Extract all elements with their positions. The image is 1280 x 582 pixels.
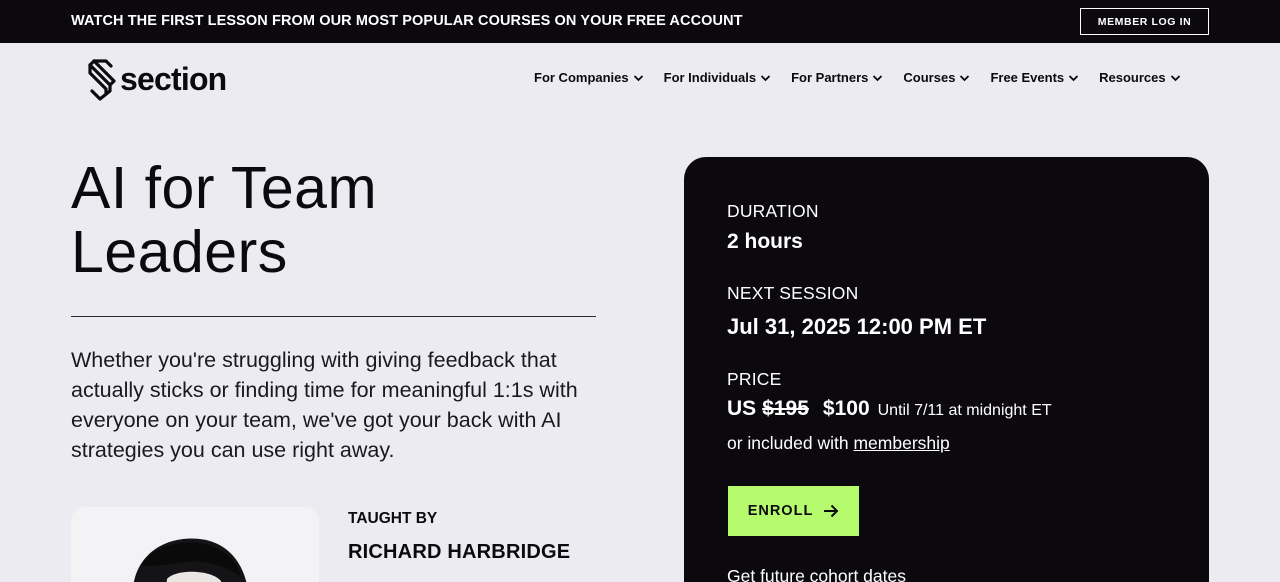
- price-label: PRICE: [727, 369, 782, 389]
- chevron-down-icon: [960, 74, 970, 81]
- announcement-text: WATCH THE FIRST LESSON FROM OUR MOST POP…: [71, 13, 743, 29]
- nav-item-label: Resources: [1099, 70, 1166, 85]
- duration-label: DURATION: [727, 201, 819, 221]
- course-info-card: DURATION 2 hours NEXT SESSION Jul 31, 20…: [684, 157, 1209, 582]
- nav-item-free-events[interactable]: Free Events: [990, 70, 1079, 85]
- nav-item-resources[interactable]: Resources: [1099, 70, 1180, 85]
- chevron-down-icon: [1170, 74, 1180, 81]
- enroll-label: ENROLL: [747, 503, 814, 519]
- taught-by-label: TAUGHT BY: [348, 510, 438, 527]
- section-s-logo-icon: [88, 59, 116, 101]
- duration-value: 2 hours: [727, 230, 803, 253]
- enroll-button[interactable]: ENROLL: [728, 486, 859, 536]
- next-session-label: NEXT SESSION: [727, 283, 859, 303]
- arrow-right-icon: [824, 504, 839, 518]
- title-divider: [71, 316, 596, 317]
- future-cohort-dates-link[interactable]: Get future cohort dates: [727, 566, 906, 582]
- next-session-value: Jul 31, 2025 12:00 PM ET: [727, 314, 987, 339]
- member-login-button[interactable]: MEMBER LOG IN: [1080, 8, 1209, 35]
- chevron-down-icon: [633, 74, 643, 81]
- instructor-portrait-image: [71, 507, 319, 582]
- nav-item-label: Free Events: [990, 70, 1065, 85]
- instructor-name: RICHARD HARBRIDGE: [348, 541, 571, 563]
- nav-item-label: For Companies: [534, 70, 629, 85]
- chevron-down-icon: [1069, 74, 1079, 81]
- course-description: Whether you're struggling with giving fe…: [71, 348, 578, 462]
- nav-item-label: Courses: [903, 70, 956, 85]
- page-title: AI for Team Leaders: [71, 155, 378, 285]
- nav-item-label: For Partners: [791, 70, 869, 85]
- chevron-down-icon: [873, 74, 883, 81]
- price-deadline-note: Until 7/11 at midnight ET: [877, 402, 1052, 419]
- membership-link[interactable]: membership: [853, 433, 949, 453]
- nav-item-for-companies[interactable]: For Companies: [534, 70, 644, 85]
- price-original: $195: [762, 397, 809, 420]
- chevron-down-icon: [760, 74, 771, 81]
- section-logo[interactable]: section: [86, 57, 227, 101]
- logo-wordmark: section: [120, 60, 227, 97]
- price-row: US $195 $100 Until 7/11 at midnight ET: [727, 397, 1052, 421]
- nav-item-courses[interactable]: Courses: [903, 70, 970, 85]
- membership-line: or included with membership: [727, 433, 950, 454]
- main-nav: For Companies For Individuals For Partne…: [534, 70, 1181, 85]
- price-sale: $100: [822, 397, 870, 420]
- nav-item-for-individuals[interactable]: For Individuals: [664, 70, 771, 85]
- price-currency: US: [727, 397, 757, 420]
- nav-item-for-partners[interactable]: For Partners: [791, 70, 883, 85]
- nav-item-label: For Individuals: [663, 70, 757, 85]
- included-prefix: or included with: [727, 433, 849, 453]
- announcement-bar: WATCH THE FIRST LESSON FROM OUR MOST POP…: [0, 0, 1280, 43]
- instructor-photo: [71, 507, 319, 582]
